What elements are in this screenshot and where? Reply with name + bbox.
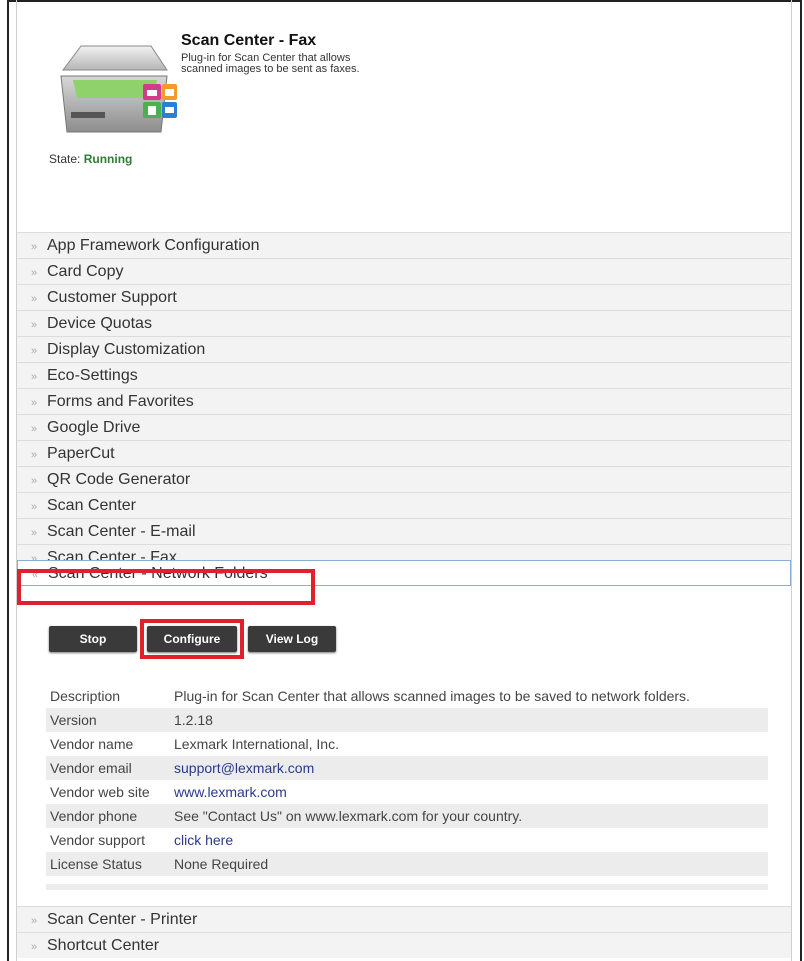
app-title: Scan Center - Fax xyxy=(181,32,317,49)
chevron-down-icon: » xyxy=(31,371,38,383)
app-details-table: Description Plug-in for Scan Center that … xyxy=(46,684,768,876)
detail-value: Lexmark International, Inc. xyxy=(174,736,339,752)
accordion-label: Forms and Favorites xyxy=(47,393,194,410)
scanner-icon xyxy=(60,45,177,133)
accordion-label: Scan Center xyxy=(47,497,136,514)
accordion-item-scan-center-printer[interactable]: » Scan Center - Printer xyxy=(17,906,791,932)
detail-key: Vendor web site xyxy=(50,784,150,800)
accordion-label: Eco-Settings xyxy=(47,367,138,384)
accordion-label: Customer Support xyxy=(47,289,177,306)
table-row: Description Plug-in for Scan Center that … xyxy=(46,684,768,708)
chevron-down-icon: » xyxy=(31,501,38,513)
detail-key: Description xyxy=(50,688,121,704)
detail-value: None Required xyxy=(170,852,768,876)
chevron-down-icon: » xyxy=(31,475,38,487)
accordion-label: Shortcut Center xyxy=(47,937,160,954)
detail-value: www.lexmark.com xyxy=(170,780,768,804)
detail-key: License Status xyxy=(46,852,170,876)
detail-value: See "Contact Us" on www.lexmark.com for … xyxy=(170,804,768,828)
accordion-item-qr-code-generator[interactable]: » QR Code Generator xyxy=(17,466,791,492)
view-log-button[interactable]: View Log xyxy=(248,626,336,652)
accordion-label: Display Customization xyxy=(47,341,206,358)
detail-value: Plug-in for Scan Center that allows scan… xyxy=(174,688,690,704)
accordion-item-shortcut-center[interactable]: » Shortcut Center xyxy=(17,932,791,958)
accordion-label: App Framework Configuration xyxy=(47,237,260,254)
accordion-item-google-drive[interactable]: » Google Drive xyxy=(17,414,791,440)
vendor-email-link[interactable]: support@lexmark.com xyxy=(174,760,314,776)
app-state: State: Running xyxy=(49,152,132,166)
table-row: Vendor email support@lexmark.com xyxy=(46,756,768,780)
details-table-footer xyxy=(46,884,768,890)
accordion-item-forms-and-favorites[interactable]: » Forms and Favorites xyxy=(17,388,791,414)
vendor-website-link[interactable]: www.lexmark.com xyxy=(174,784,287,800)
table-row: Vendor web site www.lexmark.com xyxy=(46,780,768,804)
accordion-item-display-customization[interactable]: » Display Customization xyxy=(17,336,791,362)
chevron-down-icon: » xyxy=(31,915,38,927)
accordion-label: Device Quotas xyxy=(47,315,152,332)
detail-key: Vendor name xyxy=(50,736,134,752)
chevron-up-icon: « xyxy=(32,569,39,581)
chevron-down-icon: » xyxy=(31,267,38,279)
app-description: Plug-in for Scan Center that allows scan… xyxy=(181,52,360,75)
chevron-down-icon: » xyxy=(31,449,38,461)
accordion-label: QR Code Generator xyxy=(47,471,191,488)
detail-value: click here xyxy=(170,828,768,852)
detail-key: Vendor phone xyxy=(46,804,170,828)
accordion-label: Scan Center - E-mail xyxy=(47,523,196,540)
chevron-down-icon: » xyxy=(31,241,38,253)
table-row: Vendor phone See "Contact Us" on www.lexm… xyxy=(46,804,768,828)
chevron-down-icon: » xyxy=(31,345,38,357)
accordion-item-papercut[interactable]: » PaperCut xyxy=(17,440,791,466)
accordion-item-scan-center[interactable]: » Scan Center xyxy=(17,492,791,518)
accordion-item-eco-settings[interactable]: » Eco-Settings xyxy=(17,362,791,388)
accordion-label: Scan Center - Fax xyxy=(47,549,177,560)
chevron-down-icon: » xyxy=(31,553,38,560)
accordion-label: Scan Center - Network Folders xyxy=(48,565,268,582)
accordion-label: Card Copy xyxy=(47,263,124,280)
accordion-item-customer-support[interactable]: » Customer Support xyxy=(17,284,791,310)
accordion-label: Google Drive xyxy=(47,419,141,436)
detail-value: support@lexmark.com xyxy=(170,756,768,780)
vendor-support-link[interactable]: click here xyxy=(174,832,233,848)
detail-value: 1.2.18 xyxy=(170,708,768,732)
accordion-list-after: » Scan Center - Printer » Shortcut Center xyxy=(17,906,791,958)
chevron-down-icon: » xyxy=(31,941,38,953)
configure-button[interactable]: Configure xyxy=(147,626,237,652)
chevron-down-icon: » xyxy=(31,397,38,409)
stop-button[interactable]: Stop xyxy=(49,626,137,652)
state-value: Running xyxy=(83,152,133,166)
accordion-item-device-quotas[interactable]: » Device Quotas xyxy=(17,310,791,336)
accordion-item-scan-center-fax[interactable]: » Scan Center - Fax xyxy=(17,544,791,560)
accordion-label: PaperCut xyxy=(47,445,115,462)
accordion-item-app-framework-configuration[interactable]: » App Framework Configuration xyxy=(17,232,791,258)
detail-key: Vendor email xyxy=(46,756,170,780)
accordion-list: » App Framework Configuration » Card Copy … xyxy=(17,232,791,586)
table-row: License Status None Required xyxy=(46,852,768,876)
chevron-down-icon: » xyxy=(31,423,38,435)
table-row: Vendor support click here xyxy=(46,828,768,852)
accordion-label: Scan Center - Printer xyxy=(47,911,198,928)
detail-key: Version xyxy=(46,708,170,732)
chevron-down-icon: » xyxy=(31,527,38,539)
accordion-item-card-copy[interactable]: » Card Copy xyxy=(17,258,791,284)
app-header: State: Running Scan Center - Fax Plug-in… xyxy=(17,0,791,232)
state-label: State: xyxy=(49,152,81,166)
chevron-down-icon: » xyxy=(31,293,38,305)
accordion-item-scan-center-network-folders[interactable]: « Scan Center - Network Folders xyxy=(17,560,791,586)
detail-key: Vendor support xyxy=(50,832,145,848)
table-row: Vendor name Lexmark International, Inc. xyxy=(46,732,768,756)
accordion-item-scan-center-email[interactable]: » Scan Center - E-mail xyxy=(17,518,791,544)
chevron-down-icon: » xyxy=(31,319,38,331)
table-row: Version 1.2.18 xyxy=(46,708,768,732)
